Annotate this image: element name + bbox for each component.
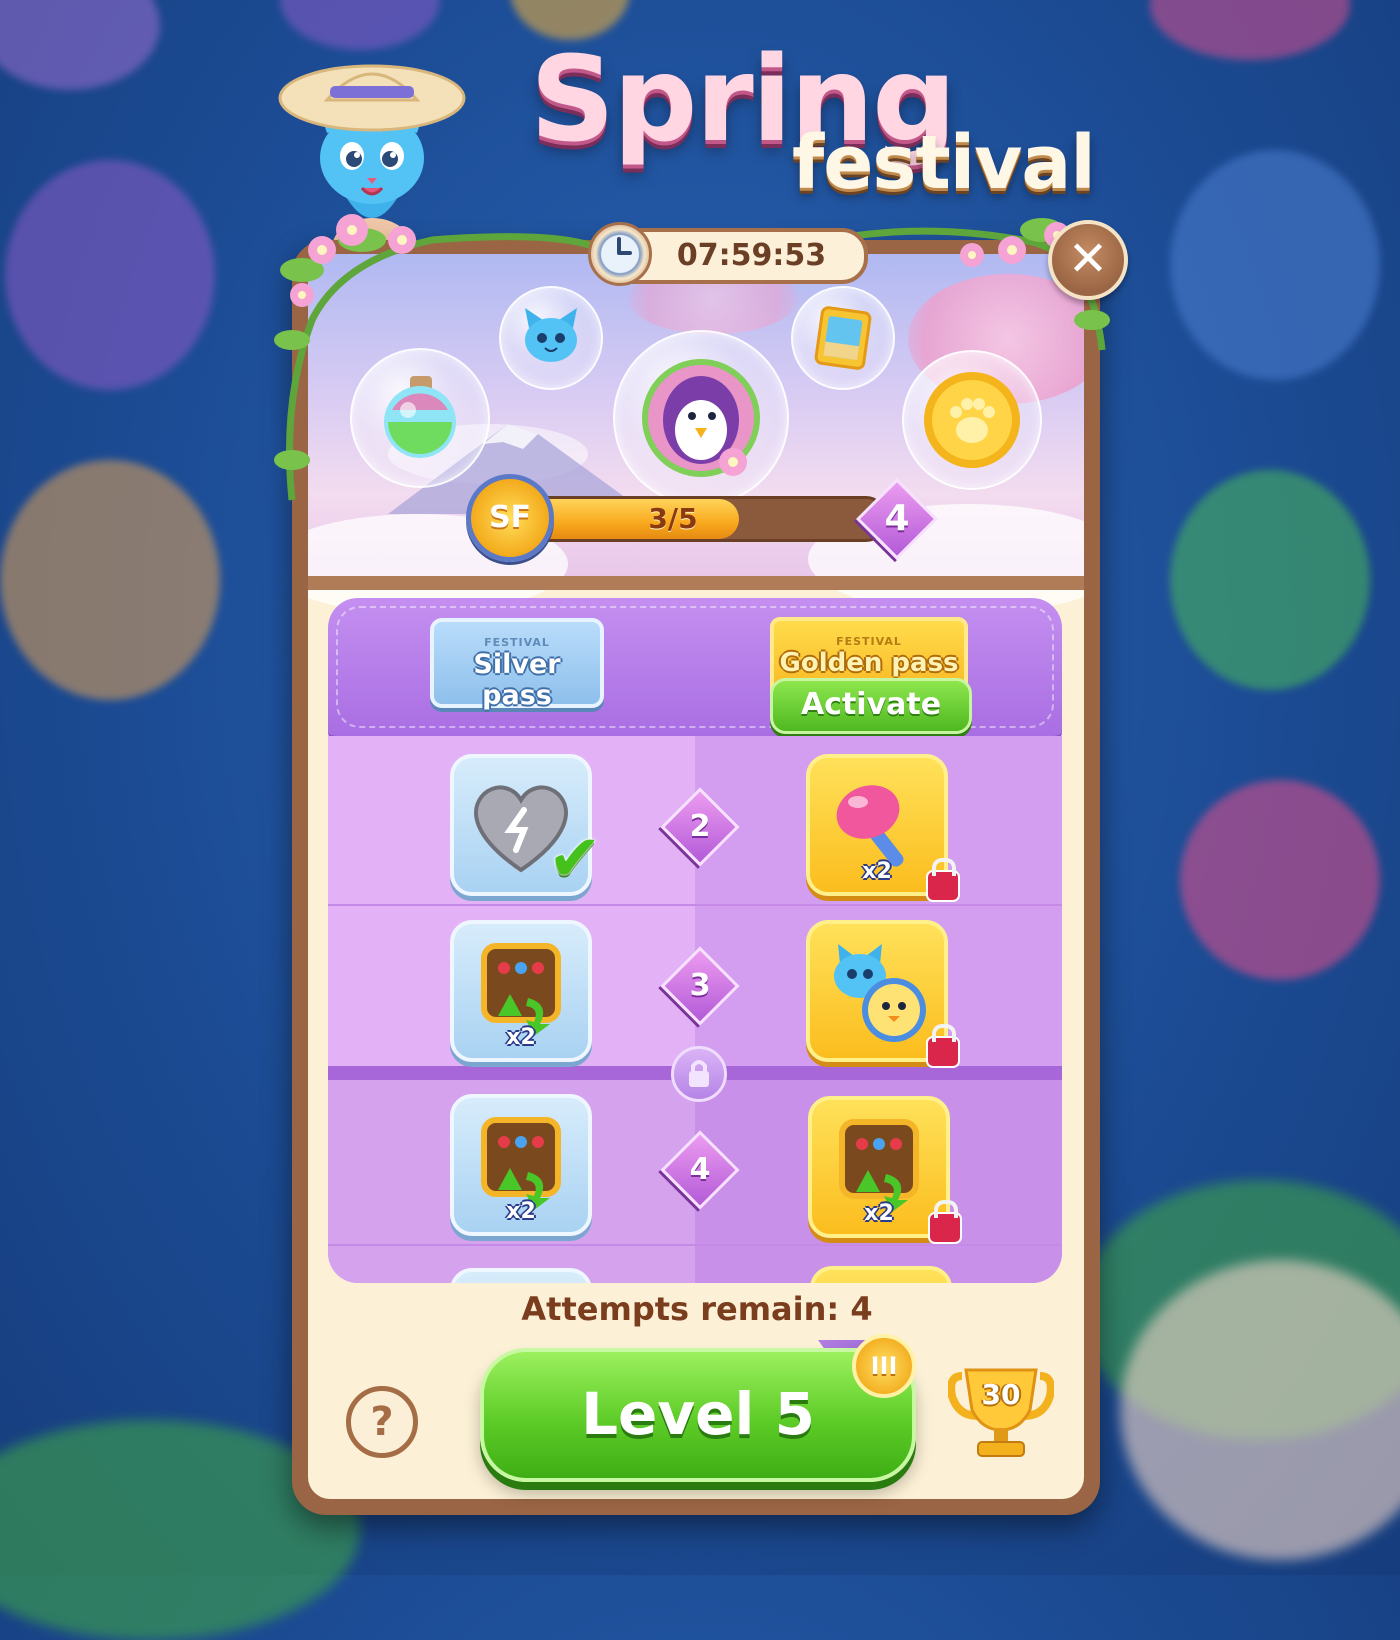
reward-bubble-card[interactable] xyxy=(791,286,895,390)
reward-multiplier: x2 xyxy=(862,859,892,884)
silver-pass-caption: FESTIVAL xyxy=(484,636,550,649)
reward-bubble-coin[interactable] xyxy=(902,350,1042,490)
lock-icon xyxy=(928,1200,962,1244)
next-tier-number: 4 xyxy=(884,498,910,539)
cat-and-chick-icon xyxy=(834,944,926,1042)
reward-bubble-potion[interactable] xyxy=(350,348,490,488)
clock-icon xyxy=(588,222,652,286)
reward-bubble-penguin[interactable] xyxy=(613,330,789,506)
help-button[interactable]: ? xyxy=(346,1386,418,1458)
play-level-button[interactable]: Level 5 xyxy=(480,1348,916,1482)
festival-badge: SF xyxy=(466,474,554,562)
postcard-icon xyxy=(814,306,872,370)
golden-pass-caption: FESTIVAL xyxy=(836,635,902,648)
background-decoration xyxy=(1150,0,1350,60)
cat-token-icon xyxy=(525,308,577,362)
lock-icon xyxy=(926,858,960,902)
silver-reward-tile[interactable]: x2 xyxy=(450,1094,592,1236)
claimed-check-icon: ✔ xyxy=(548,822,602,896)
tier-number: 4 xyxy=(689,1152,711,1187)
background-decoration xyxy=(5,160,215,390)
background-decoration xyxy=(0,460,220,700)
tier-number: 2 xyxy=(689,809,711,844)
gold-reward-tile[interactable] xyxy=(806,920,960,1068)
paw-coin-icon xyxy=(924,372,1020,468)
gold-reward-tile[interactable]: x2 xyxy=(806,754,960,902)
penguin-character-icon xyxy=(642,359,760,477)
reward-multiplier: x2 xyxy=(506,1199,536,1224)
close-button[interactable]: ✕ xyxy=(1048,220,1128,300)
background-decoration xyxy=(1170,470,1370,690)
background-decoration xyxy=(0,0,160,90)
tier-number: 3 xyxy=(689,968,711,1003)
reward-bubble-cat[interactable] xyxy=(499,286,603,390)
banner-divider xyxy=(308,576,1084,590)
silver-pass-label: Silver pass xyxy=(473,649,561,711)
pass-tier-badge: III xyxy=(852,1334,916,1398)
progress-text: 3/5 xyxy=(648,502,698,535)
silver-reward-tile[interactable] xyxy=(450,1268,592,1283)
reward-multiplier: x2 xyxy=(506,1025,536,1050)
section-lock-icon xyxy=(671,1046,727,1102)
event-subtitle: festival xyxy=(792,120,1096,206)
lock-icon xyxy=(926,1024,960,1068)
gold-reward-tile[interactable]: x2 xyxy=(808,1096,962,1244)
background-decoration xyxy=(1170,150,1380,380)
progress-bar: 3/5 xyxy=(520,496,886,542)
reward-multiplier: x2 xyxy=(864,1201,894,1226)
gold-reward-tile[interactable] xyxy=(810,1266,952,1283)
activate-golden-pass-button[interactable]: Activate xyxy=(770,678,972,734)
background-decoration xyxy=(1180,780,1380,980)
silver-pass-tab[interactable]: FESTIVAL Silver pass xyxy=(430,618,604,711)
trophy-count: 30 xyxy=(981,1378,1021,1411)
attempts-remaining: Attempts remain: 4 xyxy=(521,1290,873,1328)
golden-pass-label: Golden pass xyxy=(779,648,959,678)
rainbow-potion-icon xyxy=(384,376,456,458)
silver-reward-tile[interactable]: x2 xyxy=(450,920,592,1062)
